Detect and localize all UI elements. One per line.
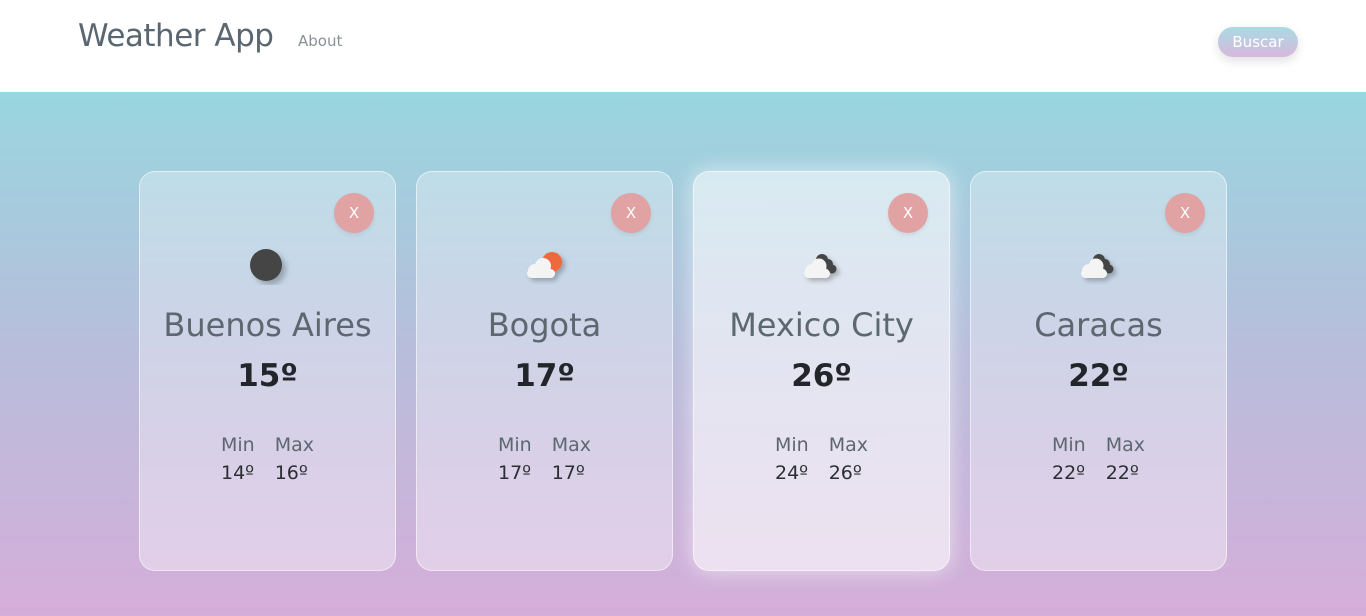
- min-label: Min: [498, 434, 532, 456]
- close-card-button[interactable]: X: [611, 193, 651, 233]
- city-card-caracas[interactable]: X Caracas 22º Min 22º Max 22º: [970, 171, 1227, 571]
- max-column: Max 22º: [1106, 434, 1145, 484]
- top-navbar: Weather App About Buscar: [0, 0, 1366, 92]
- min-max-group: Min 14º Max 16º: [140, 434, 395, 484]
- about-link[interactable]: About: [298, 32, 342, 50]
- max-temperature: 16º: [274, 462, 308, 484]
- max-label: Max: [828, 434, 868, 456]
- max-label: Max: [551, 434, 591, 456]
- close-card-button[interactable]: X: [1165, 193, 1205, 233]
- min-label: Min: [221, 434, 255, 456]
- min-label: Min: [1052, 434, 1086, 456]
- min-temperature: 17º: [498, 462, 532, 484]
- max-temperature: 17º: [551, 462, 585, 484]
- search-button[interactable]: Buscar: [1218, 27, 1298, 57]
- max-column: Max 17º: [552, 434, 591, 484]
- max-temperature: 26º: [828, 462, 862, 484]
- current-temperature: 26º: [791, 358, 852, 394]
- city-name: Bogota: [487, 306, 602, 344]
- min-temperature: 24º: [775, 462, 809, 484]
- dark-clouds-icon: [803, 254, 836, 278]
- dark-clouds-icon: [1080, 254, 1113, 278]
- min-max-group: Min 24º Max 26º: [694, 434, 949, 484]
- app-title[interactable]: Weather App: [78, 18, 274, 54]
- min-column: Min 17º: [498, 434, 532, 484]
- city-card-mexico-city[interactable]: X Mexico City 26º Min 24º Max 26º: [693, 171, 950, 571]
- min-label: Min: [775, 434, 809, 456]
- city-card-bogota[interactable]: X Bogota 17º Min 17º Max 17º: [416, 171, 673, 571]
- city-name: Caracas: [1034, 306, 1163, 344]
- night-moon-icon: [249, 249, 282, 281]
- city-name: Mexico City: [729, 306, 914, 344]
- min-max-group: Min 22º Max 22º: [971, 434, 1226, 484]
- current-temperature: 17º: [514, 358, 575, 394]
- max-label: Max: [274, 434, 314, 456]
- current-temperature: 15º: [237, 358, 298, 394]
- current-temperature: 22º: [1068, 358, 1129, 394]
- min-column: Min 14º: [221, 434, 255, 484]
- min-column: Min 22º: [1052, 434, 1086, 484]
- sun-cloud-icon: [526, 252, 562, 278]
- max-column: Max 16º: [275, 434, 314, 484]
- min-temperature: 14º: [221, 462, 255, 484]
- city-name: Buenos Aires: [163, 306, 372, 344]
- max-column: Max 26º: [829, 434, 868, 484]
- max-label: Max: [1105, 434, 1145, 456]
- close-card-button[interactable]: X: [334, 193, 374, 233]
- min-column: Min 24º: [775, 434, 809, 484]
- min-max-group: Min 17º Max 17º: [417, 434, 672, 484]
- cards-area: X Buenos Aires 15º Min 14º Max 16º X Bog…: [0, 92, 1366, 616]
- city-card-buenos-aires[interactable]: X Buenos Aires 15º Min 14º Max 16º: [139, 171, 396, 571]
- close-card-button[interactable]: X: [888, 193, 928, 233]
- min-temperature: 22º: [1052, 462, 1086, 484]
- max-temperature: 22º: [1105, 462, 1139, 484]
